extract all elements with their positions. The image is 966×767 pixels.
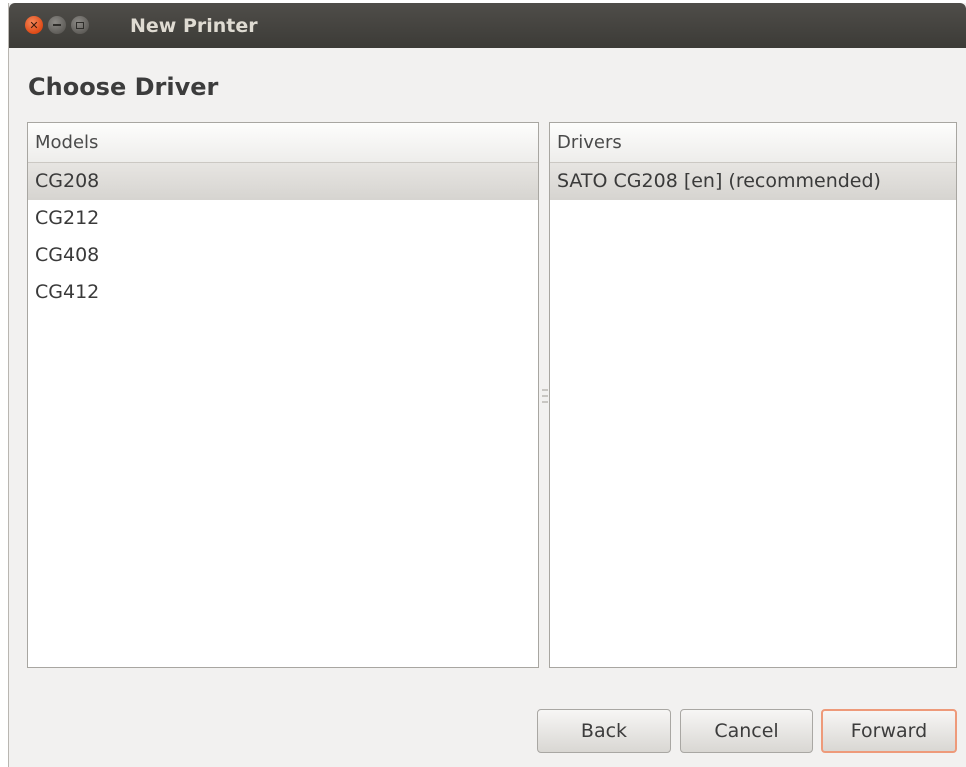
grip-icon — [542, 395, 548, 397]
grip-icon — [542, 401, 548, 403]
pane-resize-handle[interactable] — [542, 389, 548, 403]
close-window-button[interactable]: ✕ — [25, 16, 43, 34]
minimize-window-button[interactable] — [48, 16, 66, 34]
model-item-cg208[interactable]: CG208 — [28, 163, 538, 200]
grip-icon — [542, 389, 548, 391]
cancel-button[interactable]: Cancel — [680, 709, 813, 753]
window-title: New Printer — [130, 15, 258, 37]
back-button[interactable]: Back — [537, 709, 671, 753]
title-bar[interactable]: ✕ New Printer — [9, 3, 966, 48]
new-printer-window: ✕ New Printer Choose Driver Models CG208… — [8, 3, 966, 767]
minimize-icon — [53, 24, 61, 26]
drivers-column-header[interactable]: Drivers — [550, 123, 956, 163]
maximize-icon — [76, 21, 84, 29]
page-title: Choose Driver — [28, 73, 219, 101]
model-item-cg412[interactable]: CG412 — [28, 274, 538, 311]
driver-item-sato-cg208[interactable]: SATO CG208 [en] (recommended) — [550, 163, 956, 200]
forward-button[interactable]: Forward — [821, 709, 957, 753]
models-list[interactable]: Models CG208 CG212 CG408 CG412 — [27, 122, 539, 668]
model-item-cg408[interactable]: CG408 — [28, 237, 538, 274]
models-column-header[interactable]: Models — [28, 123, 538, 163]
close-icon: ✕ — [29, 18, 39, 32]
drivers-list[interactable]: Drivers SATO CG208 [en] (recommended) — [549, 122, 957, 668]
model-item-cg212[interactable]: CG212 — [28, 200, 538, 237]
maximize-window-button[interactable] — [71, 16, 89, 34]
